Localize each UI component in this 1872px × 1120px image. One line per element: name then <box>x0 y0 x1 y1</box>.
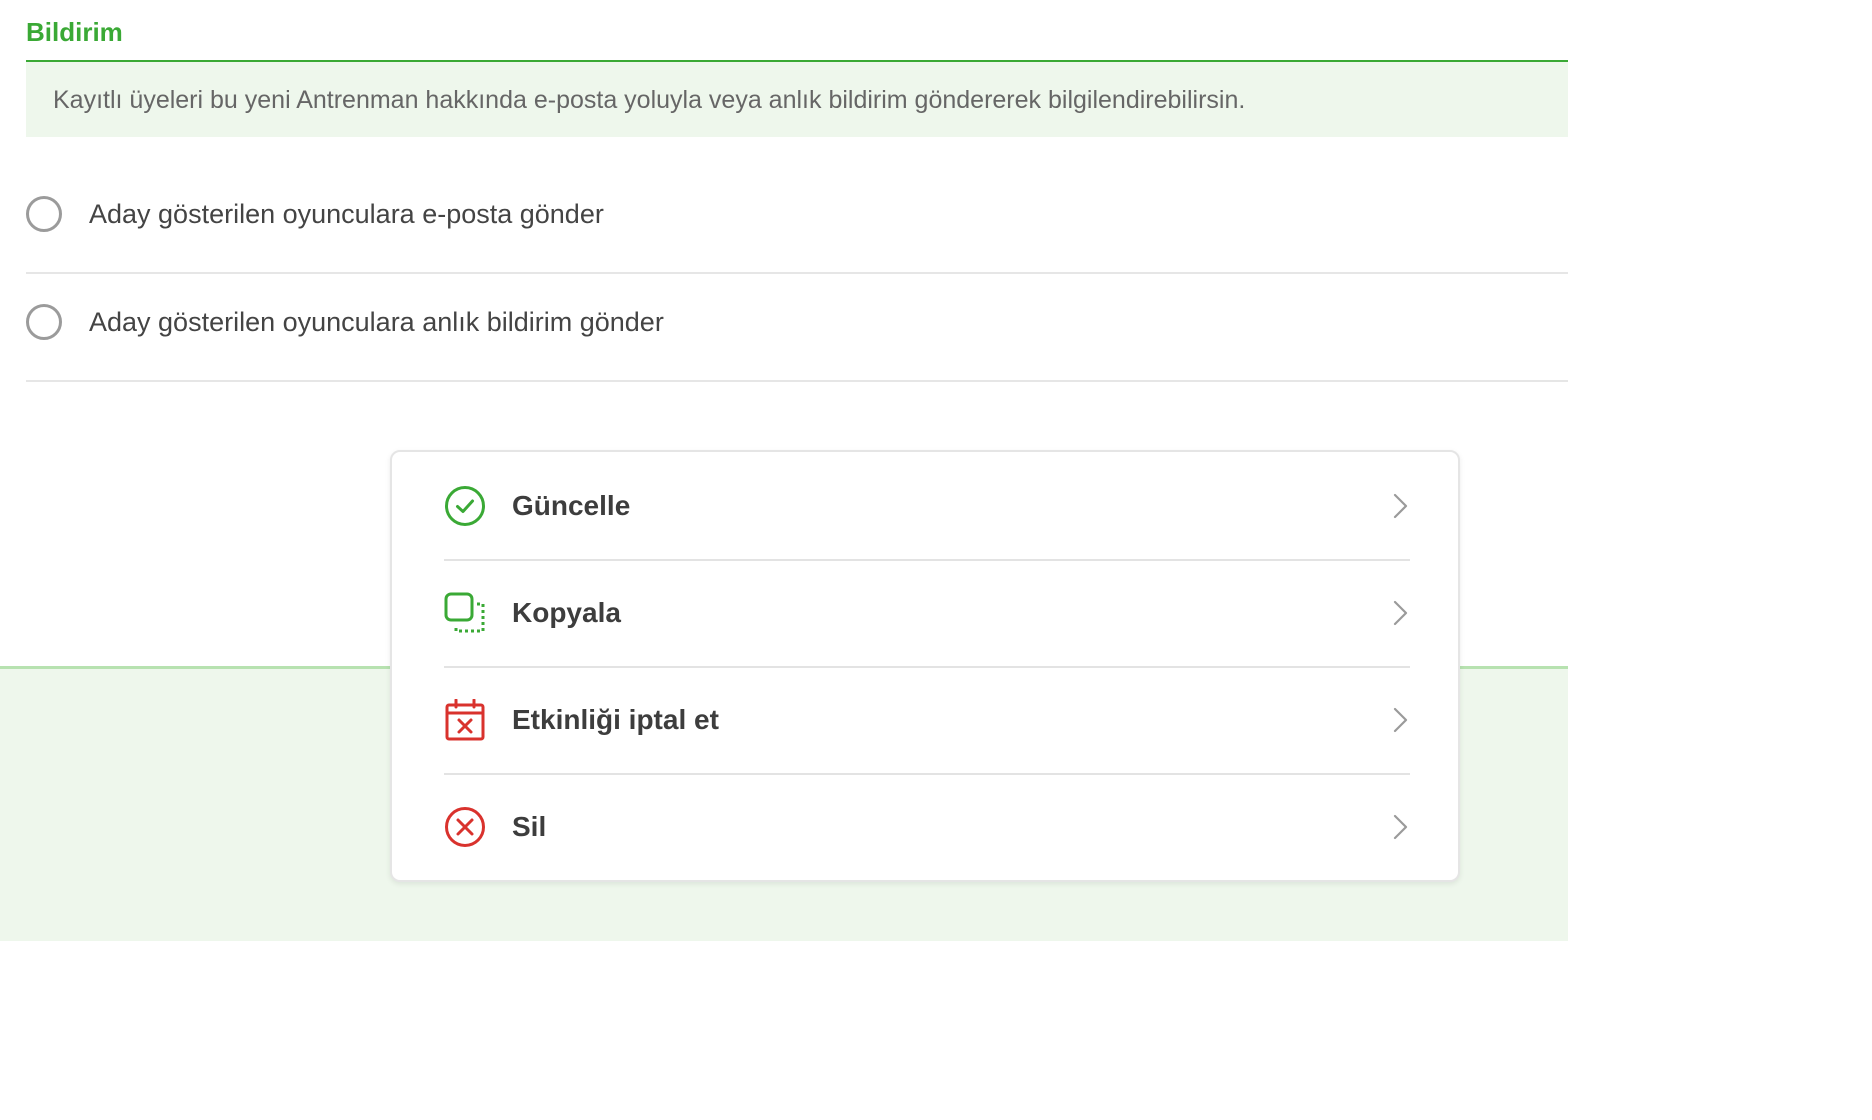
option-push-row[interactable]: Aday gösterilen oyunculara anlık bildiri… <box>26 272 1568 382</box>
option-email-label: Aday gösterilen oyunculara e-posta gönde… <box>89 199 604 229</box>
chevron-right-icon <box>1392 813 1410 841</box>
menu-item-cancel-event[interactable]: Etkinliği iptal et <box>444 666 1410 775</box>
menu-item-cancel-event-label: Etkinliği iptal et <box>512 704 719 735</box>
menu-item-delete[interactable]: Sil <box>444 773 1410 880</box>
chevron-right-icon <box>1392 706 1410 734</box>
email-radio[interactable] <box>26 196 62 232</box>
info-text: Kayıtlı üyeleri bu yeni Antrenman hakkın… <box>53 86 1246 114</box>
push-radio[interactable] <box>26 304 62 340</box>
copy-icon <box>444 592 486 634</box>
menu-item-update[interactable]: Güncelle <box>444 452 1410 561</box>
x-circle-icon <box>444 806 486 848</box>
info-box: Kayıtlı üyeleri bu yeni Antrenman hakkın… <box>26 62 1568 137</box>
page: Bildirim Kayıtlı üyeleri bu yeni Antrenm… <box>0 0 1568 941</box>
menu-item-copy-label: Kopyala <box>512 597 621 628</box>
action-menu: Güncelle Kopyala Etkinliği iptal et Sil <box>390 450 1460 882</box>
check-circle-icon <box>444 485 486 527</box>
chevron-right-icon <box>1392 492 1410 520</box>
menu-item-copy[interactable]: Kopyala <box>444 559 1410 668</box>
calendar-cancel-icon <box>444 699 486 741</box>
section-title: Bildirim <box>26 17 123 47</box>
option-push-label: Aday gösterilen oyunculara anlık bildiri… <box>89 307 664 337</box>
menu-item-delete-label: Sil <box>512 811 547 842</box>
menu-item-update-label: Güncelle <box>512 490 631 521</box>
option-email-row[interactable]: Aday gösterilen oyunculara e-posta gönde… <box>26 164 1568 274</box>
chevron-right-icon <box>1392 599 1410 627</box>
